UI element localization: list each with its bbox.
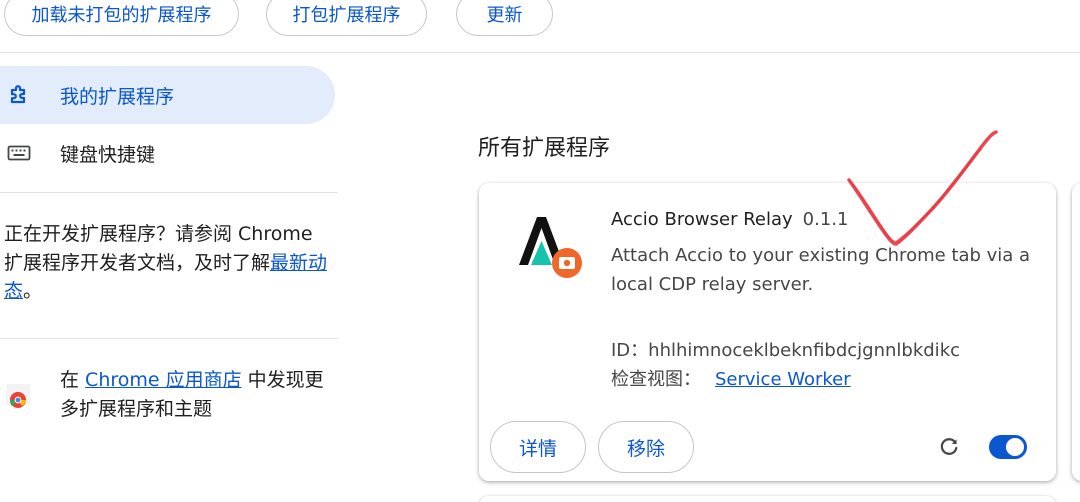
dev-note-suffix: 。 [23, 280, 43, 302]
id-label: ID： [611, 340, 649, 361]
toggle-knob [1006, 438, 1024, 456]
extension-name-text: Accio Browser Relay [611, 209, 793, 230]
pack-extension-button[interactable]: 打包扩展程序 [266, 0, 427, 36]
load-unpacked-button[interactable]: 加载未打包的扩展程序 [4, 0, 239, 36]
sidebar-divider [0, 192, 338, 193]
sidebar-divider [0, 338, 338, 339]
developer-toolbar: 加载未打包的扩展程序 打包扩展程序 更新 [0, 0, 1080, 53]
sidebar-item-label: 键盘快捷键 [60, 143, 156, 166]
chrome-web-store-link[interactable]: Chrome 应用商店 [85, 369, 242, 391]
sidebar-item-keyboard-shortcuts[interactable]: 键盘快捷键 [0, 124, 335, 182]
chrome-web-store-icon [4, 380, 32, 408]
puzzle-icon [6, 82, 32, 108]
extension-enable-toggle[interactable] [989, 435, 1027, 459]
remove-button[interactable]: 移除 [598, 421, 694, 473]
reload-icon[interactable] [937, 435, 961, 459]
sidebar-item-my-extensions[interactable]: 我的扩展程序 [0, 66, 335, 124]
section-title: 所有扩展程序 [478, 136, 611, 161]
keyboard-icon [6, 140, 32, 166]
inspect-label: 检查视图： [611, 369, 701, 390]
update-button[interactable]: 更新 [456, 0, 553, 36]
web-store-text: 在 Chrome 应用商店 中发现更多扩展程序和主题 [60, 366, 330, 424]
extension-name: Accio Browser Relay 0.1.1 [611, 209, 848, 230]
web-store-promo: 在 Chrome 应用商店 中发现更多扩展程序和主题 [4, 366, 334, 426]
extension-card: Accio Browser Relay 0.1.1 Attach Accio to… [479, 183, 1056, 481]
dev-note-text: 正在开发扩展程序？请参阅 Chrome 扩展程序开发者文档，及时了解 [4, 223, 313, 274]
accio-logo-icon [515, 211, 585, 281]
extensions-page: 加载未打包的扩展程序 打包扩展程序 更新 我的扩展程序 键盘快捷键 正在开发扩展… [0, 0, 1080, 502]
extension-card-partial [479, 496, 1056, 502]
id-value: hhlhimnoceklbeknfibdcjgnnlbkdikc [648, 340, 961, 361]
developer-docs-note: 正在开发扩展程序？请参阅 Chrome 扩展程序开发者文档，及时了解最新动态。 [4, 220, 334, 306]
store-prefix: 在 [60, 369, 86, 391]
extension-id: ID：hhlhimnoceklbeknfibdcjgnnlbkdikc [611, 336, 960, 362]
service-worker-link[interactable]: Service Worker [715, 369, 851, 390]
details-button[interactable]: 详情 [490, 421, 586, 473]
extension-card-partial [1072, 183, 1080, 481]
sidebar-item-label: 我的扩展程序 [60, 85, 175, 108]
extension-description: Attach Accio to your existing Chrome tab… [611, 245, 1031, 295]
inspect-views: 检查视图： Service Worker [611, 365, 851, 391]
extension-version: 0.1.1 [802, 209, 849, 230]
